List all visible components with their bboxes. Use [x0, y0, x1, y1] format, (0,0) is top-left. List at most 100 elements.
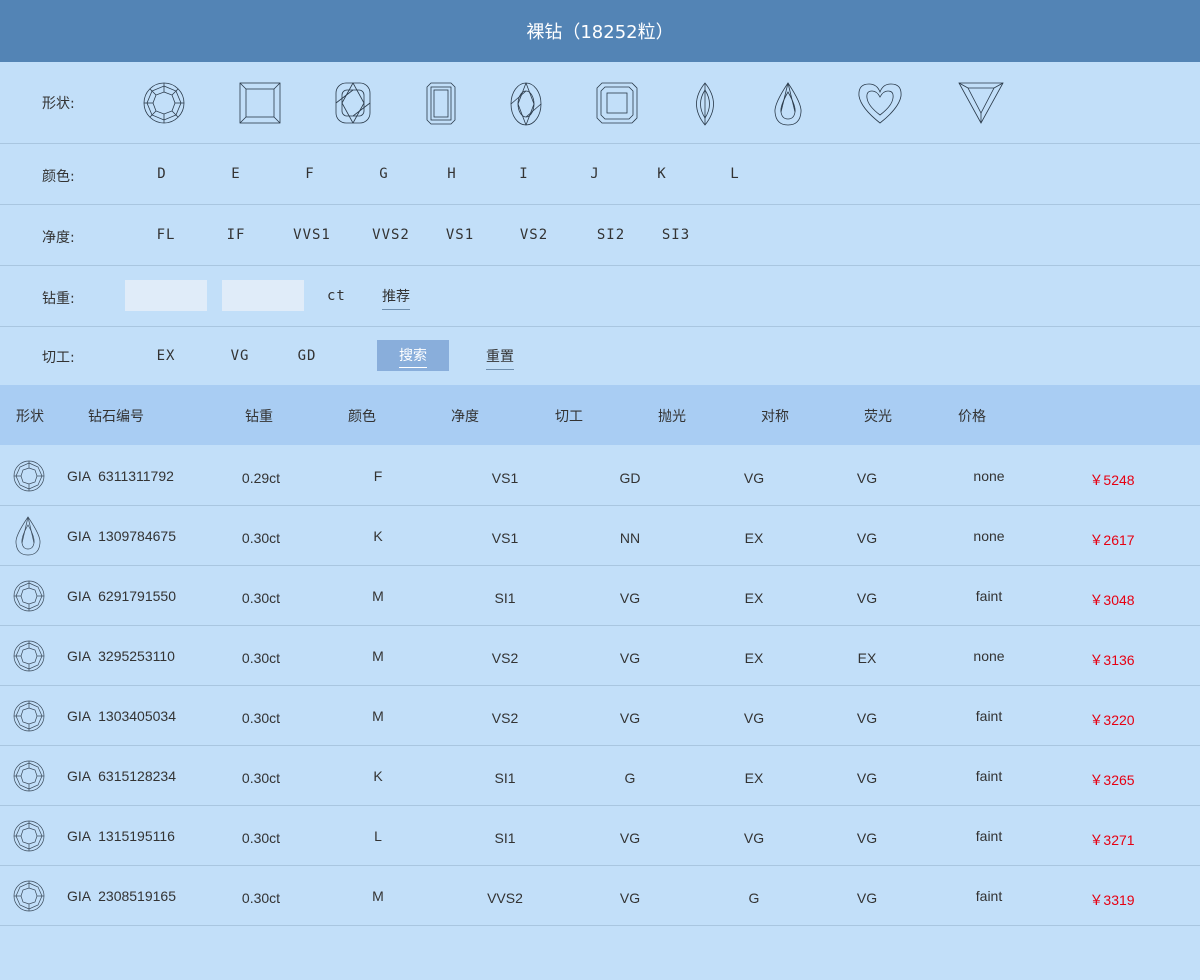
cell-symmetry: EX	[857, 650, 877, 666]
table-row[interactable]: GIA 1309784675 0.30ct K VS1 NN EX VG none ￥2617	[0, 506, 1200, 566]
clarity-option-vvs2[interactable]: VVS2	[372, 227, 410, 243]
round-shape-icon	[13, 880, 45, 916]
cell-polish: EX	[744, 650, 764, 666]
cell-color: K	[373, 768, 383, 784]
cell-diamond-id: GIA 6311311792	[67, 468, 174, 484]
col-header-shape: 形状	[16, 409, 44, 425]
triangle-shape-icon[interactable]	[958, 82, 1004, 124]
cut-option-vg[interactable]: VG	[231, 348, 250, 364]
cell-clarity: VS1	[491, 470, 519, 486]
cell-diamond-id: GIA 6291791550	[67, 588, 176, 604]
cell-fluorescence: none	[973, 648, 1005, 664]
color-option-d[interactable]: D	[157, 166, 166, 182]
cell-polish: VG	[743, 710, 765, 726]
cell-symmetry: VG	[856, 710, 878, 726]
cell-cut: VG	[619, 650, 641, 666]
color-option-h[interactable]: H	[447, 166, 456, 182]
heart-shape-icon[interactable]	[857, 82, 903, 124]
cell-diamond-id: GIA 1303405034	[67, 708, 176, 724]
reset-button[interactable]: 重置	[486, 346, 514, 370]
clarity-option-si2[interactable]: SI2	[597, 227, 625, 243]
cell-weight: 0.30ct	[241, 590, 281, 606]
cell-color: F	[373, 468, 383, 484]
cell-fluorescence: faint	[975, 768, 1003, 784]
round-shape-icon	[13, 700, 45, 736]
oval-shape-icon[interactable]	[510, 82, 542, 126]
weight-min-input[interactable]	[125, 280, 207, 311]
col-header-polish: 抛光	[658, 409, 686, 425]
filter-weight-row: 钻重: ct 推荐	[0, 266, 1200, 327]
filter-clarity-label: 净度:	[42, 230, 75, 246]
clarity-option-vs2[interactable]: VS2	[520, 227, 548, 243]
cell-cut: GD	[619, 470, 641, 486]
cell-weight: 0.30ct	[241, 770, 281, 786]
table-row[interactable]: GIA 6315128234 0.30ct K SI1 G EX VG faint ￥3265	[0, 746, 1200, 806]
cell-color: M	[372, 588, 384, 604]
table-row[interactable]: GIA 2308519165 0.30ct M VVS2 VG G VG faint ￥3319	[0, 866, 1200, 926]
cell-symmetry: VG	[856, 530, 878, 546]
cell-cut: VG	[619, 590, 641, 606]
round-shape-icon	[13, 760, 45, 796]
cell-color: M	[372, 648, 384, 664]
cell-price: ￥3136	[1089, 652, 1135, 668]
cell-symmetry: VG	[856, 470, 878, 486]
cell-price: ￥3048	[1089, 592, 1135, 608]
filter-cut-row: 切工: EX VG GD 搜索 重置	[0, 327, 1200, 385]
cell-cut: VG	[619, 710, 641, 726]
cell-fluorescence: faint	[975, 708, 1003, 724]
col-header-fluorescence: 荧光	[864, 409, 892, 425]
clarity-option-if[interactable]: IF	[227, 227, 246, 243]
cell-price: ￥3319	[1089, 892, 1135, 908]
recommend-button[interactable]: 推荐	[382, 286, 410, 310]
cell-diamond-id: GIA 1309784675	[67, 528, 176, 544]
cell-color: M	[372, 888, 384, 904]
color-option-e[interactable]: E	[231, 166, 240, 182]
cell-clarity: SI1	[494, 590, 516, 606]
clarity-option-si3[interactable]: SI3	[662, 227, 690, 243]
cut-option-ex[interactable]: EX	[157, 348, 176, 364]
marquise-shape-icon[interactable]	[692, 82, 718, 126]
princess-shape-icon[interactable]	[239, 82, 281, 124]
clarity-option-fl[interactable]: FL	[157, 227, 176, 243]
clarity-option-vvs1[interactable]: VVS1	[293, 227, 331, 243]
cell-fluorescence: faint	[975, 588, 1003, 604]
table-row[interactable]: GIA 6311311792 0.29ct F VS1 GD VG VG none ￥5248	[0, 446, 1200, 506]
table-row[interactable]: GIA 3295253110 0.30ct M VS2 VG EX EX none ￥3136	[0, 626, 1200, 686]
radiant-shape-icon[interactable]	[596, 82, 638, 124]
search-button[interactable]: 搜索	[377, 340, 449, 371]
col-header-price: 价格	[958, 409, 986, 425]
pear-shape-icon[interactable]	[773, 82, 803, 126]
pear-shape-icon	[13, 516, 43, 560]
color-option-k[interactable]: K	[657, 166, 666, 182]
cell-price: ￥5248	[1089, 472, 1135, 488]
cell-clarity: VVS2	[487, 890, 523, 906]
table-row[interactable]: GIA 1303405034 0.30ct M VS2 VG VG VG faint ￥3220	[0, 686, 1200, 746]
cell-clarity: SI1	[494, 770, 516, 786]
cell-fluorescence: none	[973, 528, 1005, 544]
page-title: 裸钻（18252粒）	[526, 22, 674, 43]
cell-polish: VG	[743, 830, 765, 846]
color-option-l[interactable]: L	[730, 166, 739, 182]
emerald-shape-icon[interactable]	[426, 82, 456, 125]
cushion-shape-icon[interactable]	[335, 82, 371, 124]
weight-unit-label: ct	[327, 288, 346, 304]
weight-max-input[interactable]	[222, 280, 304, 311]
cell-weight: 0.30ct	[241, 530, 281, 546]
color-option-f[interactable]: F	[305, 166, 314, 182]
table-row[interactable]: GIA 6291791550 0.30ct M SI1 VG EX VG faint ￥3048	[0, 566, 1200, 626]
clarity-option-vs1[interactable]: VS1	[446, 227, 474, 243]
cell-price: ￥3265	[1089, 772, 1135, 788]
cell-color: L	[374, 828, 382, 844]
cell-polish: EX	[744, 590, 764, 606]
round-shape-icon[interactable]	[143, 82, 185, 124]
cell-cut: NN	[619, 530, 641, 546]
cut-option-gd[interactable]: GD	[298, 348, 317, 364]
cell-price: ￥2617	[1089, 532, 1135, 548]
color-option-i[interactable]: I	[519, 166, 528, 182]
table-row[interactable]: GIA 1315195116 0.30ct L SI1 VG VG VG faint ￥3271	[0, 806, 1200, 866]
color-option-g[interactable]: G	[379, 166, 388, 182]
color-option-j[interactable]: J	[590, 166, 599, 182]
cell-symmetry: VG	[856, 890, 878, 906]
cell-weight: 0.29ct	[241, 470, 281, 486]
col-header-weight: 钻重	[245, 409, 273, 425]
